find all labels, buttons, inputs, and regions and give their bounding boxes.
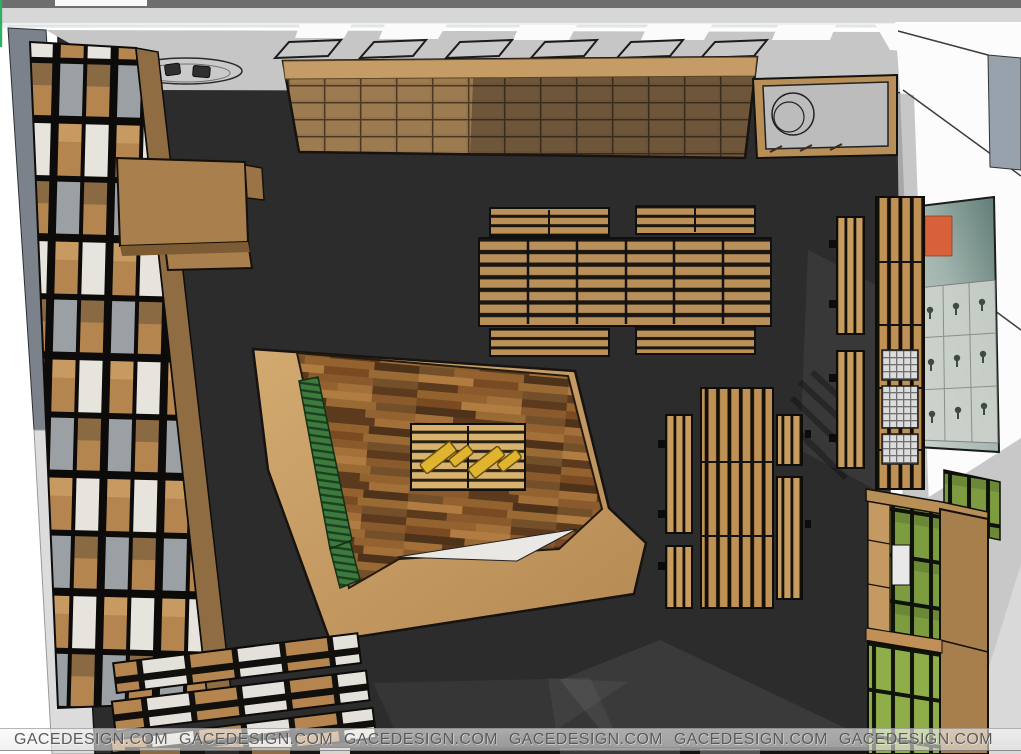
watermark-text: GACEDESIGN.COM [179,731,333,749]
watermark-text: GACEDESIGN.COM [839,731,993,749]
watermark-text: GACEDESIGN.COM [509,731,663,749]
watermark-text: GACEDESIGN.COM [14,731,168,749]
mesh-basket [882,386,918,428]
mesh-basket [882,350,918,380]
bench [777,415,802,465]
bench [636,327,755,354]
locker-side-panel [940,509,988,754]
render-viewport: GACEDESIGN.COM GACEDESIGN.COM GACEDESIGN… [0,0,1021,754]
long-table-top [701,388,773,608]
interior-render [0,0,1021,754]
watermark-text: GACEDESIGN.COM [344,731,498,749]
top-border-strip [0,0,1021,28]
axis-line [0,0,2,47]
chair [193,65,211,77]
green-locker-cabinet [866,470,1000,754]
glass-display-case [753,75,897,158]
watermark-text: GACEDESIGN.COM [674,731,828,749]
wall-accent-band [988,55,1021,170]
bench [666,546,692,608]
watermark-band: GACEDESIGN.COM GACEDESIGN.COM GACEDESIGN… [0,728,1021,751]
mesh-basket [882,434,918,464]
bench [490,329,609,356]
locker-tan-column [868,497,890,632]
poster-orange-block [925,216,952,256]
wall-poster [912,197,999,452]
reception-desk [117,158,264,270]
bench [777,477,802,599]
bench [666,415,692,533]
locker-white-door [892,545,910,585]
long-table-center [658,388,811,608]
chair [164,63,180,76]
slatted-canopy-panel [283,57,757,158]
bench [837,217,864,334]
bench [837,351,864,468]
